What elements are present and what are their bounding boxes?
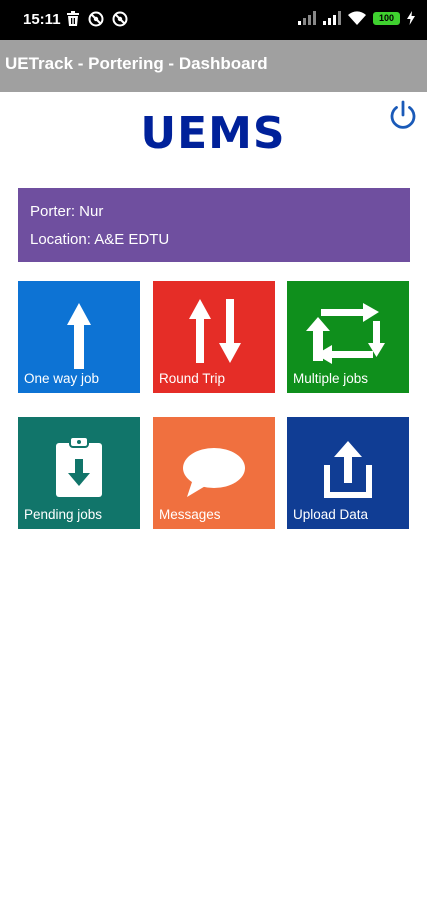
uems-logo: UEMS bbox=[140, 108, 286, 159]
tile-label: Pending jobs bbox=[24, 507, 103, 522]
tile-label: Multiple jobs bbox=[293, 371, 369, 386]
messages-tile[interactable]: Messages bbox=[153, 417, 275, 529]
signal-icon bbox=[298, 11, 316, 25]
round-trip-tile[interactable]: Round Trip bbox=[153, 281, 275, 393]
porter-location: Location: A&E EDTU bbox=[30, 231, 170, 248]
status-time: 15:11 bbox=[23, 11, 61, 28]
power-icon bbox=[390, 100, 416, 129]
multiple-jobs-tile[interactable]: Multiple jobs bbox=[287, 281, 409, 393]
status-right-icons: 100 bbox=[298, 11, 415, 25]
tile-label: Round Trip bbox=[159, 371, 226, 386]
tile-label: One way job bbox=[24, 371, 100, 386]
battery-icon: 100 bbox=[373, 11, 400, 25]
tile-label: Upload Data bbox=[293, 507, 369, 522]
blocked-circle-icon bbox=[88, 11, 104, 27]
app-bar: UETrack - Portering - Dashboard bbox=[0, 40, 427, 92]
porter-name: Porter: Nur bbox=[30, 203, 104, 220]
trash-icon bbox=[67, 11, 79, 26]
upload-data-tile[interactable]: Upload Data bbox=[287, 417, 409, 529]
blocked-circle-icon bbox=[112, 11, 128, 27]
porter-info-panel: Porter: Nur Location: A&E EDTU bbox=[18, 188, 410, 262]
status-bar: 15:11 100 bbox=[0, 0, 427, 40]
tile-label: Messages bbox=[159, 507, 221, 522]
status-left-icons bbox=[66, 11, 128, 27]
one-way-job-tile[interactable]: One way job bbox=[18, 281, 140, 393]
pending-jobs-tile[interactable]: Pending jobs bbox=[18, 417, 140, 529]
app-title: UETrack - Portering - Dashboard bbox=[5, 54, 268, 73]
charging-icon bbox=[407, 11, 415, 25]
signal-icon bbox=[323, 11, 341, 25]
wifi-icon bbox=[348, 11, 366, 25]
power-button[interactable] bbox=[386, 99, 420, 133]
